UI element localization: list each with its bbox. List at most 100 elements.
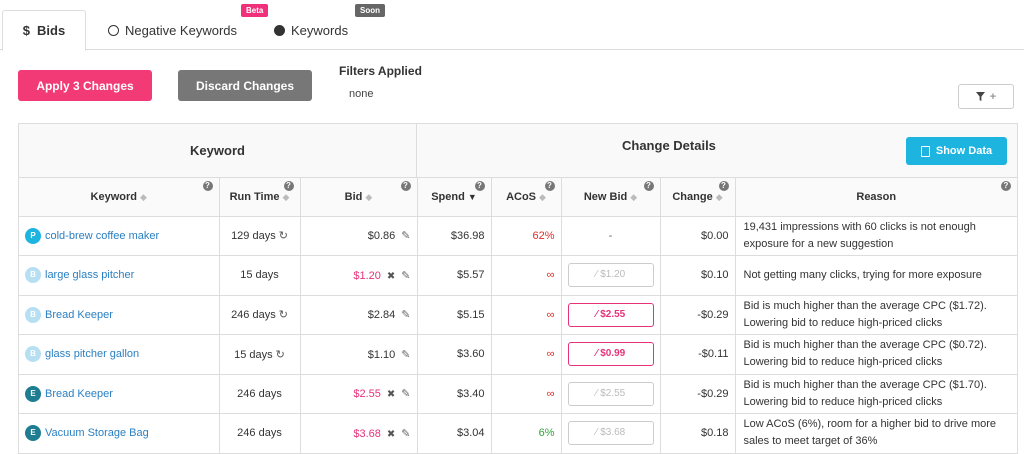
- tab-negative-keywords[interactable]: Negative Keywords: [108, 10, 237, 51]
- spend-cell: $3.40: [417, 374, 492, 414]
- discard-changes-button[interactable]: Discard Changes: [178, 70, 312, 101]
- dollar-icon: $: [22, 23, 31, 38]
- bid-cell: $1.10 ✎: [300, 334, 418, 375]
- new-bid-cell: ⁄ $1.20: [561, 255, 661, 296]
- new-bid-cell: ⁄ $3.68: [561, 413, 661, 454]
- run-time-cell: 129 days ↻: [219, 216, 301, 256]
- keyword-cell: E Bread Keeper: [19, 374, 220, 414]
- keyword-cell: Pcold-brew coffee maker: [19, 216, 220, 256]
- campaign-avatar: B: [25, 346, 41, 363]
- col-acos[interactable]: ACoS ◆?: [491, 178, 562, 217]
- help-icon: ?: [474, 181, 485, 191]
- spend-cell: $36.98: [417, 216, 492, 256]
- col-spend[interactable]: Spend ▼?: [417, 178, 492, 217]
- keyword-link[interactable]: Bread Keeper: [45, 388, 113, 400]
- bid-cell: $1.20 ✖ ✎: [300, 255, 418, 296]
- bid-cell: $2.55 ✖ ✎: [300, 374, 418, 414]
- help-icon: ?: [643, 181, 654, 191]
- tab-keywords[interactable]: Keywords: [274, 10, 348, 51]
- new-bid-value: $0.99: [600, 348, 626, 360]
- campaign-avatar: E: [25, 425, 41, 442]
- col-reason[interactable]: Reason?: [735, 178, 1017, 217]
- keyword-cell: E Vacuum Storage Bag: [19, 413, 220, 454]
- pencil-icon[interactable]: ✎: [401, 349, 410, 361]
- new-bid-value: $3.68: [600, 427, 626, 439]
- table-row: E Bread Keeper 246 days $2.55 ✖ ✎ $3.40 ∞ ⁄ $2.5…: [19, 374, 1017, 414]
- keyword-cell: Blarge glass pitcher: [19, 255, 220, 296]
- run-time-cell: 15 days ↻: [219, 334, 301, 375]
- pencil-icon[interactable]: ✎: [401, 230, 410, 242]
- new-bid-button[interactable]: ⁄ $0.99: [567, 342, 654, 367]
- spend-cell: $3.60: [417, 334, 492, 375]
- bid-value: $0.86: [367, 230, 396, 243]
- refresh-icon[interactable]: ↻: [279, 230, 288, 242]
- acos-cell: ∞: [491, 255, 562, 296]
- refresh-icon[interactable]: ↻: [279, 309, 288, 321]
- tab-bids[interactable]: $ Bids: [2, 10, 86, 51]
- bid-value: $3.68: [353, 427, 381, 440]
- acos-cell: ∞: [491, 334, 562, 375]
- reason-cell: Bid is much higher than the average CPC …: [735, 374, 1017, 414]
- tab-bids-label: Bids: [37, 23, 66, 38]
- acos-cell: 6%: [491, 413, 562, 454]
- tab-keywords-label: Keywords: [291, 23, 349, 38]
- keyword-link[interactable]: Bread Keeper: [45, 309, 113, 321]
- new-bid-button[interactable]: ⁄ $2.55: [567, 381, 654, 406]
- apply-changes-button[interactable]: Apply 3 Changes: [18, 70, 152, 101]
- run-time-cell: 246 days: [219, 413, 301, 454]
- keyword-link[interactable]: cold-brew coffee maker: [45, 230, 159, 242]
- new-bid-button[interactable]: ⁄ $3.68: [567, 421, 654, 446]
- run-time-cell: 15 days: [219, 255, 301, 296]
- new-bid-button[interactable]: ⁄ $2.55: [567, 302, 654, 327]
- soon-badge: Soon: [355, 4, 385, 17]
- reason-cell: 19,431 impressions with 60 clicks is not…: [735, 216, 1017, 256]
- pencil-icon[interactable]: ✎: [401, 388, 410, 400]
- keyword-cell: Bglass pitcher gallon: [19, 334, 220, 375]
- new-bid-value: $2.55: [600, 308, 626, 320]
- pencil-icon[interactable]: ✎: [401, 428, 410, 440]
- run-time-cell: 246 days ↻: [219, 295, 301, 335]
- bids-table-panel: Keyword Change Details Show Data Keyword…: [18, 123, 1018, 454]
- new-bid-cell: ⁄ $0.99: [561, 334, 661, 375]
- refresh-icon[interactable]: ↻: [276, 349, 285, 361]
- keyword-link[interactable]: glass pitcher gallon: [45, 348, 139, 360]
- col-new-bid[interactable]: New Bid ◆?: [561, 178, 661, 217]
- reason-cell: Bid is much higher than the average CPC …: [735, 295, 1017, 335]
- filters-applied-value: none: [349, 88, 374, 100]
- sort-icon: ◆: [365, 191, 373, 202]
- acos-cell: ∞: [491, 374, 562, 414]
- col-change[interactable]: Change ◆?: [660, 178, 736, 217]
- help-icon: ?: [202, 181, 213, 191]
- help-icon: ?: [400, 181, 411, 191]
- new-bid-button[interactable]: ⁄ $1.20: [567, 263, 654, 288]
- bid-cell: $3.68 ✖ ✎: [300, 413, 418, 454]
- change-cell: -$0.29: [660, 295, 736, 335]
- close-icon[interactable]: ✖: [387, 389, 395, 400]
- pencil-icon[interactable]: ✎: [401, 270, 410, 282]
- keyword-link[interactable]: Vacuum Storage Bag: [45, 427, 149, 439]
- reason-cell: Low ACoS (6%), room for a higher bid to …: [735, 413, 1017, 454]
- radio-filled-icon: [274, 25, 285, 36]
- sort-icon: ◆: [140, 191, 147, 202]
- col-keyword[interactable]: Keyword ◆?: [19, 178, 220, 217]
- help-icon: ?: [1001, 181, 1011, 191]
- new-bid-cell: -: [561, 216, 661, 256]
- bid-cell: $2.84 ✎: [300, 295, 418, 335]
- sort-icon: ◆: [715, 191, 723, 202]
- add-filter-button[interactable]: +: [958, 84, 1014, 109]
- keyword-cell: B Bread Keeper: [19, 295, 220, 335]
- bid-value: $1.20: [353, 269, 381, 282]
- run-time-value: 246 days: [237, 427, 282, 440]
- keyword-group-header: Keyword: [19, 124, 417, 178]
- col-run-time[interactable]: Run Time ◆?: [219, 178, 301, 217]
- pencil-icon[interactable]: ✎: [401, 309, 410, 321]
- filters-applied-title: Filters Applied: [339, 64, 422, 78]
- close-icon[interactable]: ✖: [387, 271, 395, 282]
- close-icon[interactable]: ✖: [387, 429, 395, 440]
- tab-bar: $ Bids Negative Keywords Keywords Beta S…: [0, 0, 1024, 51]
- keyword-link[interactable]: large glass pitcher: [45, 269, 134, 281]
- change-cell: $0.10: [660, 255, 736, 296]
- show-data-button[interactable]: Show Data: [906, 137, 1007, 165]
- new-bid-cell: ⁄ $2.55: [561, 374, 661, 414]
- col-bid[interactable]: Bid ◆?: [300, 178, 418, 217]
